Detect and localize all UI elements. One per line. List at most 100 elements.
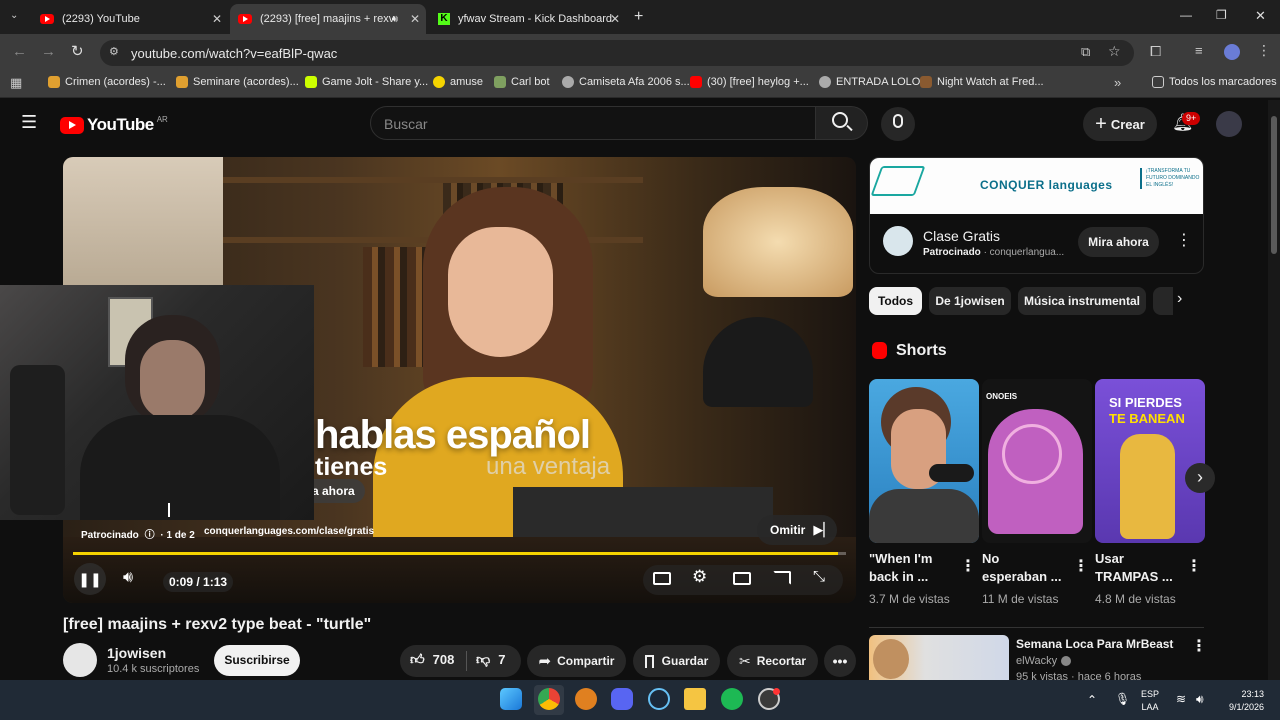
next-video-more-icon[interactable]: ⋮ [1191, 636, 1207, 656]
bookmark-item[interactable]: Night Watch at Fred... [920, 76, 1044, 88]
forward-icon[interactable]: → [41, 43, 56, 60]
chips-next-chevron-icon[interactable]: › [1177, 290, 1182, 308]
new-tab-button[interactable]: + [634, 8, 643, 26]
url-text[interactable]: youtube.com/watch?v=eafBlP-qwac [131, 46, 337, 61]
short-more-icon[interactable]: ⋮ [960, 556, 976, 576]
chrome-icon[interactable] [538, 688, 560, 710]
theater-mode-icon[interactable] [733, 572, 751, 585]
thumbs-down-icon: 👎︎ [476, 651, 491, 667]
skip-ad-button[interactable]: Omitir ▶▏ [757, 515, 837, 545]
bookmark-item[interactable]: Game Jolt - Share y... [305, 76, 428, 88]
bookmark-item[interactable]: amuse [433, 76, 483, 88]
shorts-next-button[interactable]: › [1185, 463, 1215, 493]
thumb-caption-line2: TE BANEAN [1109, 411, 1185, 426]
next-video-thumbnail[interactable] [869, 635, 1009, 680]
minimize-button[interactable]: — [1180, 8, 1192, 22]
tab-youtube-video[interactable]: (2293) [free] maajins + rexv 🔊︎ ✕ [230, 4, 426, 34]
account-avatar[interactable] [1216, 111, 1242, 137]
star-icon[interactable]: ☆ [1108, 43, 1121, 60]
ad-more-icon[interactable]: ⋮ [1176, 230, 1192, 250]
bookmark-item[interactable]: ENTRADA LOLO [819, 76, 920, 88]
short-more-icon[interactable]: ⋮ [1186, 556, 1202, 576]
tray-chevron-icon[interactable]: ⌃ [1087, 693, 1097, 707]
windows-start-icon[interactable] [500, 688, 522, 710]
bookmark-item[interactable]: Seminare (acordes)... [176, 76, 299, 88]
tab-kick-dashboard[interactable]: K yfwav Stream - Kick Dashboard ✕ [430, 4, 626, 34]
fl-studio-icon[interactable] [575, 688, 597, 710]
chip-todos[interactable]: Todos [869, 287, 922, 315]
ad-url-link[interactable]: conquerlanguages.com/clase/gratis [204, 526, 374, 537]
extensions-icon[interactable]: ⧠ [1150, 43, 1161, 60]
more-bookmarks-icon[interactable]: » [1114, 75, 1121, 90]
install-app-icon[interactable]: ⧉ [1081, 44, 1090, 60]
cast-icon[interactable] [773, 571, 791, 585]
speaker-icon[interactable]: 🔊︎ [1196, 692, 1204, 707]
short-thumbnail[interactable] [869, 379, 979, 543]
like-button[interactable]: 👍︎ 708 [410, 651, 454, 668]
bookmark-item[interactable]: Carl bot [494, 76, 550, 88]
create-button[interactable]: + Crear [1083, 107, 1157, 141]
pause-button[interactable]: ❚❚ [74, 563, 106, 595]
back-icon[interactable]: ← [12, 43, 27, 60]
short-more-icon[interactable]: ⋮ [1073, 556, 1089, 576]
close-icon[interactable]: ✕ [610, 12, 620, 26]
menu-icon[interactable]: ⋮ [1257, 42, 1271, 59]
volume-icon[interactable]: 🔊︎ [123, 569, 133, 587]
wifi-icon[interactable]: ≋ [1176, 692, 1186, 706]
steam-icon[interactable] [648, 688, 670, 710]
channel-avatar[interactable] [63, 643, 97, 677]
tab-youtube-home[interactable]: (2293) YouTube ✕ [32, 4, 228, 34]
info-icon[interactable]: ⓘ [145, 530, 155, 541]
file-explorer-icon[interactable] [684, 688, 706, 710]
close-icon[interactable]: ✕ [410, 12, 420, 26]
speaker-icon[interactable]: 🔊︎ [392, 14, 398, 25]
short-title[interactable]: "When I'm back in ... [869, 550, 932, 586]
youtube-logo[interactable]: YouTube AR [60, 115, 168, 135]
bookmark-item[interactable]: Camiseta Afa 2006 s... [562, 76, 690, 88]
short-title[interactable]: Usar TRAMPAS ... [1095, 550, 1173, 586]
share-button[interactable]: ➦ Compartir [527, 645, 626, 677]
bookmark-item[interactable]: Crimen (acordes) -... [48, 76, 166, 88]
channel-name[interactable]: 1jowisen [107, 645, 166, 661]
folder-icon [1152, 76, 1164, 88]
scrollbar-thumb[interactable] [1271, 116, 1277, 254]
chip-partial[interactable] [1153, 287, 1173, 315]
short-thumbnail[interactable]: ONOEIS [982, 379, 1092, 543]
spotify-icon[interactable] [721, 688, 743, 710]
language-indicator[interactable]: ESP LAA [1141, 688, 1159, 714]
chip-instrumental[interactable]: Música instrumental [1018, 287, 1146, 315]
more-actions-button[interactable]: ••• [824, 645, 856, 677]
hamburger-menu-icon[interactable]: ☰ [21, 112, 37, 133]
system-clock[interactable]: 23:13 9/1/2026 [1218, 688, 1264, 714]
profile-avatar[interactable] [1224, 44, 1240, 60]
ad-card[interactable]: CONQUER languages ¡TRANSFORMA TU FUTURO … [869, 157, 1204, 274]
short-title[interactable]: No esperaban ... [982, 550, 1061, 586]
next-video-title[interactable]: Semana Loca Para MrBeast [1016, 637, 1173, 651]
search-input[interactable]: Buscar [370, 106, 816, 140]
short-thumbnail[interactable]: SI PIERDES TE BANEAN [1095, 379, 1205, 543]
close-icon[interactable]: ✕ [212, 12, 222, 26]
settings-gear-icon[interactable]: ⚙ [692, 567, 707, 587]
ad-cta-button[interactable]: Mira ahora [1078, 227, 1159, 257]
ad-mira-ahora-button[interactable]: a ahora [308, 479, 365, 503]
bookmark-item[interactable]: (30) [free] heylog +... [690, 76, 809, 88]
media-control-icon[interactable]: ≡ [1195, 43, 1203, 58]
dislike-button[interactable]: 👎︎ 7 [476, 651, 505, 668]
subtitles-icon[interactable] [653, 572, 671, 585]
reload-icon[interactable]: ↻ [71, 42, 84, 60]
site-info-icon[interactable]: ⚙ [109, 45, 119, 58]
subscribe-button[interactable]: Suscribirse [214, 645, 300, 676]
chip-channel[interactable]: De 1jowisen [929, 287, 1011, 315]
clip-button[interactable]: ✂ Recortar [727, 645, 818, 677]
all-bookmarks[interactable]: Todos los marcadores [1152, 76, 1277, 88]
apps-grid-icon[interactable]: ▦ [10, 75, 22, 91]
fullscreen-icon[interactable]: ⤡ [813, 568, 825, 585]
save-button[interactable]: Guardar [633, 645, 720, 677]
discord-icon[interactable] [611, 688, 633, 710]
tab-search-icon[interactable]: ⌄ [10, 10, 18, 21]
close-window-button[interactable]: ✕ [1255, 8, 1266, 24]
restore-button[interactable]: ❐ [1216, 8, 1227, 22]
tray-mic-icon[interactable]: 🎙︎ [1115, 692, 1130, 706]
share-arrow-icon: ➦ [538, 653, 552, 670]
ad-banner[interactable]: CONQUER languages ¡TRANSFORMA TU FUTURO … [870, 158, 1203, 214]
